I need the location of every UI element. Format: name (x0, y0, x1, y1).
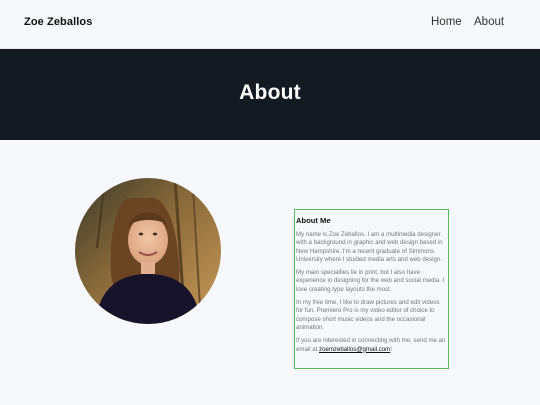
about-contact: If you are interested in connecting with… (296, 337, 448, 354)
nav-link-home[interactable]: Home (431, 16, 462, 28)
about-paragraph-2: My main specialties lie in print, but I … (296, 269, 445, 293)
site-brand[interactable]: Zoe Zeballos (24, 16, 92, 28)
navbar: Zoe Zeballos Home About (0, 0, 540, 49)
contact-suffix: ! (390, 345, 392, 353)
about-card: About Me My name is Zoe Zeballos. I am a… (294, 209, 449, 369)
nav-link-about[interactable]: About (474, 16, 504, 28)
page-title: About (239, 81, 301, 104)
about-paragraph-3: In my free time, I like to draw pictures… (296, 299, 440, 331)
hero-banner: About (0, 49, 540, 140)
avatar (75, 178, 221, 324)
about-heading: About Me (296, 216, 331, 225)
email-link[interactable]: zoemzeballos@gmail.com (319, 346, 390, 353)
about-paragraph-1: My name is Zoe Zeballos. I am a multimed… (296, 231, 443, 263)
